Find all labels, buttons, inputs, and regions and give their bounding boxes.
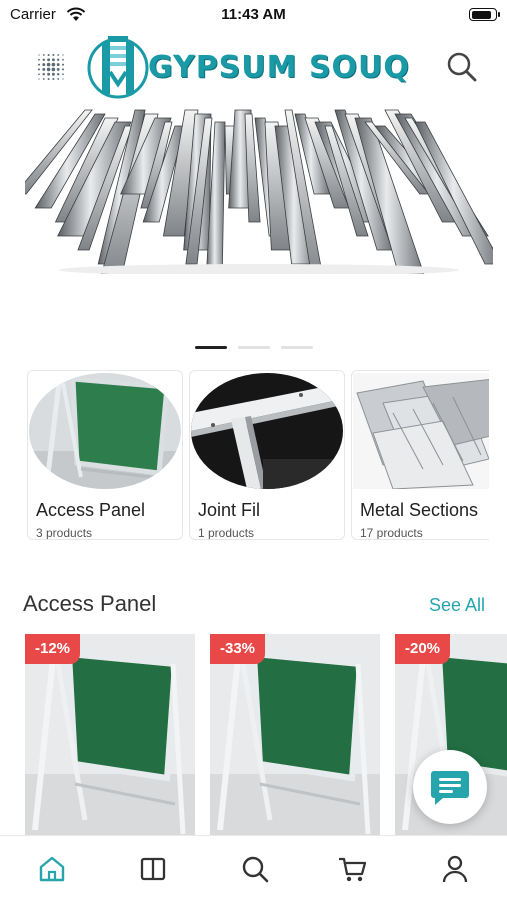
pager-dot[interactable] [195,346,227,349]
menu-dot [51,72,55,76]
discount-badge: -33% [210,634,266,664]
menu-dot [57,54,60,56]
category-count: 17 products [360,526,423,540]
menu-dot [61,63,65,66]
menu-dot [51,67,56,72]
category-card[interactable]: Access Panel 3 products [27,370,183,540]
promo-banner[interactable] [25,104,493,274]
banner-image [25,109,493,274]
category-name: Access Panel [36,500,146,520]
logo: GYPSUM SOUQ [86,32,424,100]
search-icon[interactable] [240,854,270,884]
category-count: 3 products [36,526,93,540]
product-image [210,634,380,839]
category-name: Metal Sections [360,500,479,520]
see-all-link[interactable]: See All [429,595,485,616]
menu-dot [47,77,50,81]
chat-button[interactable] [413,750,487,824]
menu-dot [38,54,40,56]
menu-dot [38,73,40,76]
menu-dot [37,63,41,66]
menu-dot [47,72,51,76]
pager-dot[interactable] [281,346,313,349]
home-icon[interactable] [37,854,67,884]
clock: 11:43 AM [221,6,286,23]
menu-dot [62,58,64,61]
category-image [191,373,343,489]
category-name: Joint Fil [198,500,261,520]
menu-dot [46,67,51,72]
logo-text: GYPSUM SOUQ [148,50,410,85]
discount-badge: -12% [25,634,81,664]
menu-dot [52,77,55,81]
menu-dot [42,67,46,71]
menu-dot [62,54,64,56]
menu-dot [56,72,60,76]
menu-dot [47,58,51,62]
category-carousel: Access Panel 3 products Joint Fil 1 prod… [27,368,489,542]
menu-dot [62,73,64,76]
cart-icon[interactable] [337,854,367,884]
app-header: GYPSUM SOUQ [0,30,507,104]
bottom-nav [0,835,507,900]
product-image [25,634,195,839]
category-card[interactable]: Joint Fil 1 products [189,370,345,540]
product-card[interactable]: -12% [25,634,195,839]
menu-dot [56,63,60,67]
menu-dot [42,72,46,76]
menu-dot [51,58,55,62]
pager-dot[interactable] [238,346,270,349]
menu-dot [62,78,64,80]
menu-dot [52,53,55,57]
menu-dot [56,58,60,62]
section-title: Access Panel [23,591,157,616]
menu-dot [47,53,50,57]
category-card[interactable]: Metal Sections 17 products [351,370,489,540]
menu-dot [42,78,45,80]
category-image [353,373,489,489]
menu-dot [56,67,60,71]
menu-dot [51,62,56,67]
chat-bubble-icon [431,771,469,805]
menu-dot [42,58,46,62]
menu-dot [37,68,41,71]
product-card[interactable]: -33% [210,634,380,839]
category-count: 1 products [198,526,255,540]
category-image [29,373,181,489]
menu-dot [46,62,51,67]
discount-badge: -20% [395,634,451,664]
menu-dot [57,78,60,80]
menu-dot [61,68,65,71]
menu-dot [42,54,45,56]
status-bar: Carrier 11:43 AM [0,0,507,30]
search-icon[interactable] [446,51,478,83]
battery-icon [469,8,500,21]
menu-dot [42,63,46,67]
profile-icon[interactable] [440,854,470,884]
menu-dot [38,58,40,61]
logo-mark [87,36,149,99]
catalog-icon[interactable] [138,854,168,884]
menu-dot [38,78,40,80]
grid-dots-icon[interactable] [36,52,66,82]
